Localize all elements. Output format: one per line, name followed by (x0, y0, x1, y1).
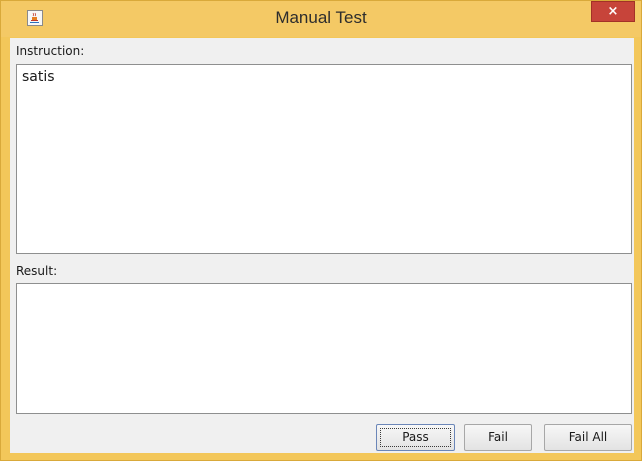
client-area: Instruction: satis Result: Pass Fail Fai… (10, 38, 634, 453)
instruction-label: Instruction: (16, 44, 85, 58)
title-bar[interactable]: Manual Test × (1, 1, 641, 37)
close-button[interactable]: × (591, 1, 635, 22)
close-icon: × (607, 4, 619, 19)
manual-test-window: Manual Test × Instruction: satis Result:… (0, 0, 642, 461)
fail-button-label: Fail (488, 430, 508, 444)
fail-all-button-label: Fail All (568, 430, 608, 444)
result-textarea[interactable] (16, 283, 632, 414)
pass-button[interactable]: Pass (376, 424, 455, 451)
fail-button[interactable]: Fail (464, 424, 532, 451)
window-title: Manual Test (275, 8, 367, 27)
instruction-text: satis (22, 69, 55, 85)
result-label: Result: (16, 264, 58, 278)
instruction-textarea[interactable]: satis (16, 64, 632, 254)
focus-ring (380, 428, 451, 447)
fail-all-button[interactable]: Fail All (544, 424, 632, 451)
